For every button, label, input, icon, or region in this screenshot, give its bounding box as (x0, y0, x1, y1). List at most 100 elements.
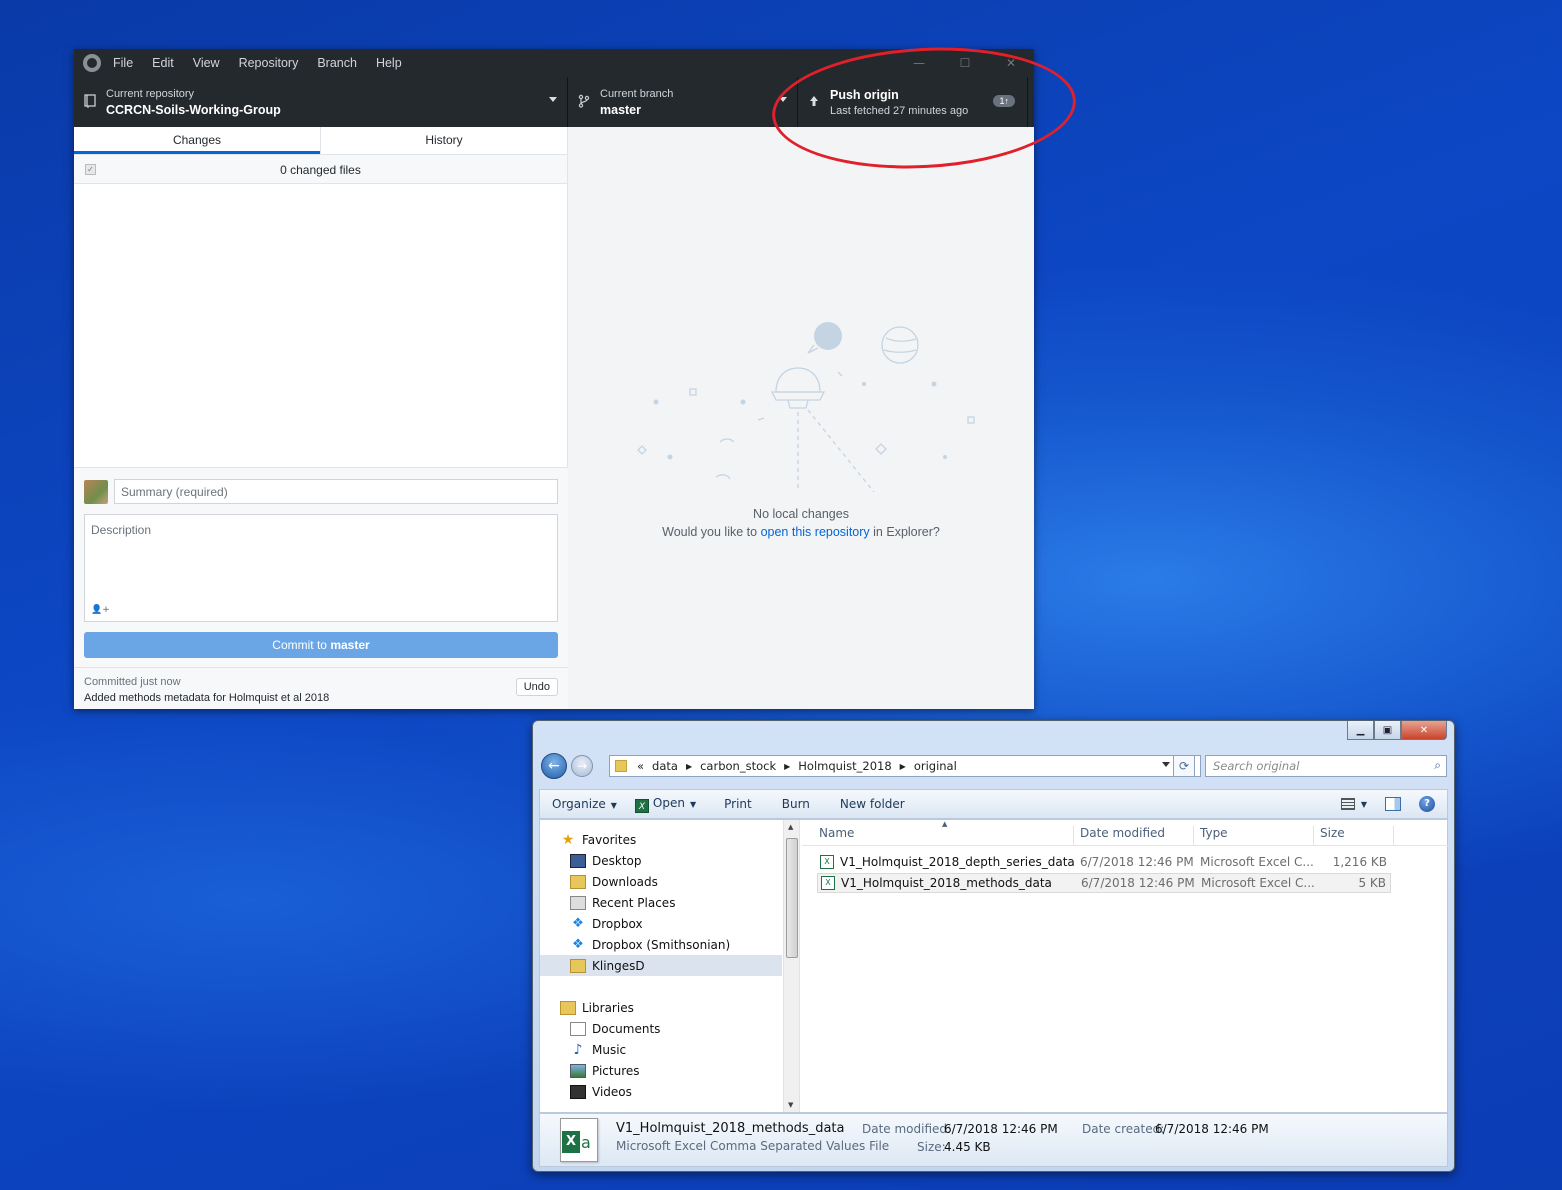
refresh-icon[interactable]: ⟳ (1173, 755, 1195, 777)
nav-music[interactable]: ♪ Music (570, 1039, 627, 1060)
search-input[interactable]: Search original ⌕ (1205, 755, 1447, 777)
summary-input[interactable]: Summary (required) (114, 479, 558, 504)
column-divider[interactable] (1393, 826, 1394, 846)
git-branch-icon (578, 94, 590, 108)
breadcrumb-separator-icon[interactable]: ▶ (784, 762, 790, 771)
minimize-button[interactable]: — (896, 49, 942, 77)
open-button[interactable]: X Open ▼ (634, 796, 696, 813)
column-divider[interactable] (1073, 826, 1074, 846)
commit-button-prefix: Commit to (272, 638, 327, 652)
burn-button[interactable]: Burn (782, 797, 810, 811)
breadcrumb-original[interactable]: original (914, 759, 957, 773)
nav-label: Dropbox (Smithsonian) (592, 937, 731, 952)
open-repository-link[interactable]: open this repository (761, 525, 870, 539)
description-input[interactable]: Description 👤+ (84, 514, 558, 622)
undo-button[interactable]: Undo (515, 678, 558, 696)
breadcrumb-separator-icon[interactable]: ▶ (900, 762, 906, 771)
sort-ascending-icon: ▲ (942, 820, 948, 828)
file-date: 6/7/2018 12:46 PM (1081, 876, 1195, 890)
breadcrumb-data[interactable]: data (652, 759, 678, 773)
window-controls: — ☐ ✕ (896, 49, 1034, 77)
change-view-button[interactable]: ▼ (1340, 798, 1367, 810)
prompt-after: in Explorer? (873, 525, 940, 539)
print-button[interactable]: Print (724, 797, 752, 811)
breadcrumb-overflow[interactable]: « (637, 759, 644, 773)
forward-arrow-icon[interactable]: → (571, 755, 593, 777)
organize-button[interactable]: Organize ▼ (552, 797, 617, 811)
menu-repository[interactable]: Repository (239, 56, 299, 70)
help-icon[interactable]: ? (1419, 796, 1435, 812)
column-type[interactable]: Type (1200, 826, 1228, 846)
nav-label: Pictures (592, 1063, 640, 1078)
commit-button[interactable]: Commit to master (84, 632, 558, 658)
no-changes-view: No local changes Would you like to open … (568, 127, 1034, 709)
address-bar[interactable]: « data ▶ carbon_stock ▶ Holmquist_2018 ▶ or… (609, 755, 1201, 777)
column-size[interactable]: Size (1320, 826, 1345, 846)
close-button[interactable]: ✕ (1401, 721, 1447, 740)
column-divider[interactable] (1193, 826, 1194, 846)
close-button[interactable]: ✕ (988, 49, 1034, 77)
file-row[interactable]: X V1_Holmquist_2018_depth_series_data 6/… (817, 852, 1391, 872)
minimize-button[interactable]: ▁ (1347, 721, 1374, 740)
organize-label: Organize (552, 797, 606, 811)
maximize-button[interactable]: ☐ (942, 49, 988, 77)
details-file-name: V1_Holmquist_2018_methods_data (616, 1121, 845, 1136)
nav-documents[interactable]: Documents (570, 1018, 660, 1039)
dropbox-icon: ❖ (572, 936, 584, 952)
repo-icon (84, 94, 96, 108)
nav-desktop[interactable]: Desktop (570, 850, 642, 871)
tab-changes[interactable]: Changes (74, 127, 320, 154)
commit-time: Committed just now (84, 676, 181, 688)
nav-dropbox-smithsonian[interactable]: ❖ Dropbox (Smithsonian) (570, 934, 730, 955)
nav-recent-places[interactable]: Recent Places (570, 892, 675, 913)
excel-icon: X (634, 798, 649, 813)
menu-view[interactable]: View (193, 56, 220, 70)
menu-file[interactable]: File (113, 56, 133, 70)
chevron-down-icon[interactable] (1162, 762, 1170, 767)
blank-slate-illustration-icon (637, 322, 975, 492)
navigation-buttons: ← → (541, 753, 593, 779)
details-view-icon (1340, 798, 1355, 810)
file-row[interactable]: X V1_Holmquist_2018_methods_data 6/7/201… (817, 873, 1391, 893)
ahead-count-badge: 1↑ (993, 95, 1015, 107)
breadcrumb-holmquist[interactable]: Holmquist_2018 (798, 759, 891, 773)
column-date-modified[interactable]: Date modified (1080, 826, 1165, 846)
nav-klingesd[interactable]: KlingesD (540, 955, 782, 976)
scrollbar-thumb[interactable] (786, 838, 798, 958)
nav-scrollbar[interactable]: ▲ ▼ (783, 820, 800, 1112)
column-divider[interactable] (1313, 826, 1314, 846)
nav-label: Libraries (582, 1000, 634, 1015)
nav-favorites[interactable]: ★ Favorites (560, 829, 637, 850)
nav-pictures[interactable]: Pictures (570, 1060, 640, 1081)
menu-help[interactable]: Help (376, 56, 402, 70)
menu-edit[interactable]: Edit (152, 56, 174, 70)
new-folder-button[interactable]: New folder (840, 797, 905, 811)
maximize-button[interactable]: ▣ (1374, 721, 1401, 740)
branch-selector[interactable]: Current branch master (568, 77, 798, 127)
nav-dropbox[interactable]: ❖ Dropbox (570, 913, 642, 934)
arrow-up-icon (808, 95, 820, 109)
breadcrumb-carbon-stock[interactable]: carbon_stock (700, 759, 776, 773)
menu-branch[interactable]: Branch (317, 56, 357, 70)
column-name[interactable]: Name (819, 826, 854, 846)
scroll-down-icon[interactable]: ▼ (788, 1101, 793, 1109)
nav-label: Documents (592, 1021, 661, 1036)
scroll-up-icon[interactable]: ▲ (788, 823, 793, 831)
file-type: Microsoft Excel C... (1201, 876, 1315, 890)
nav-videos[interactable]: Videos (570, 1081, 632, 1102)
details-pane: Xa V1_Holmquist_2018_methods_data Micros… (539, 1113, 1448, 1167)
push-origin-button[interactable]: Push origin Last fetched 27 minutes ago … (798, 77, 1028, 127)
back-arrow-icon[interactable]: ← (541, 753, 567, 779)
column-headers: Name ▲ Date modified Type Size (802, 820, 1449, 846)
repository-selector[interactable]: Current repository CCRCN-Soils-Working-G… (74, 77, 568, 127)
navigation-pane: ★ Favorites Desktop Downloads Recent Plac… (540, 820, 783, 1112)
add-coauthor-icon[interactable]: 👤+ (91, 605, 110, 615)
preview-pane-icon[interactable] (1385, 797, 1401, 811)
search-icon[interactable]: ⌕ (1434, 758, 1441, 773)
breadcrumb-separator-icon[interactable]: ▶ (686, 762, 692, 771)
tab-history[interactable]: History (320, 127, 567, 154)
pictures-icon (570, 1063, 586, 1078)
chevron-down-icon: ▼ (610, 801, 617, 810)
nav-downloads[interactable]: Downloads (570, 871, 658, 892)
nav-libraries[interactable]: Libraries (560, 997, 634, 1018)
